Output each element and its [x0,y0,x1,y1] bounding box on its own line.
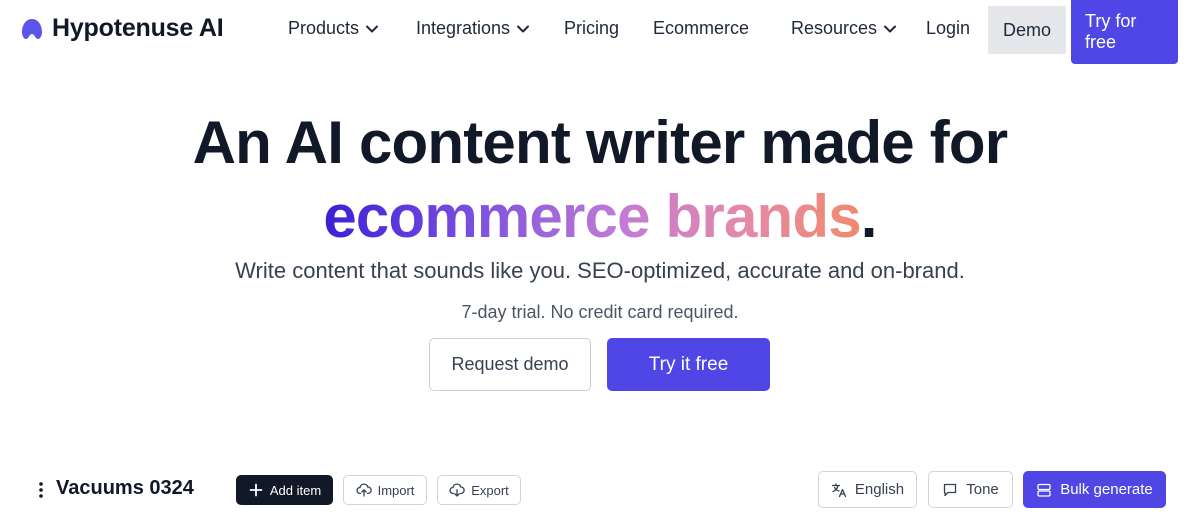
try-for-free-button[interactable]: Try for free [1071,0,1178,64]
hero-headline: An AI content writer made for [192,109,1008,176]
chevron-down-icon [884,25,897,32]
logo-link[interactable]: Hypotenuse AI [20,14,224,43]
kebab-menu-icon[interactable] [36,480,46,500]
nav-item-label: Pricing [564,18,620,38]
chevron-down-icon [366,25,379,32]
stack-icon [1037,483,1051,497]
tone-label: Tone [966,481,999,498]
request-demo-button[interactable]: Request demo [429,338,591,391]
nav-item-label: Resources [791,18,878,38]
hero-headline-highlight: ecommerce brands [323,183,861,250]
plus-icon [249,483,263,497]
export-label: Export [471,482,509,498]
nav-item-label: Integrations [416,18,511,38]
nav-item-label: Ecommerce [653,18,750,38]
app-toolbar: Vacuums 0324 Add item Import Export Engl… [0,468,1200,512]
hero-headline-period: . [860,183,878,250]
nav-item-pricing[interactable]: Pricing [564,18,619,39]
cloud-upload-icon [356,483,372,497]
language-label: English [854,481,905,498]
nav-item-integrations[interactable]: Integrations [416,18,530,39]
language-button[interactable]: English [818,471,917,508]
add-item-label: Add item [269,482,322,498]
logo-text: Hypotenuse AI [52,14,224,42]
top-navigation: Hypotenuse AI Products Integrations Pric… [0,0,1200,64]
hero-subheadline: Write content that sounds like you. SEO-… [235,258,965,283]
try-it-free-button[interactable]: Try it free [607,338,770,391]
add-item-button[interactable]: Add item [236,475,333,505]
hero-headline-highlight-line: ecommerce brands. [0,182,1200,251]
document-title: Vacuums 0324 [56,477,194,499]
tone-button[interactable]: Tone [928,471,1013,508]
cloud-download-icon [449,483,465,497]
bulk-generate-button[interactable]: Bulk generate [1023,471,1166,508]
bulk-generate-label: Bulk generate [1060,481,1153,498]
nav-item-products[interactable]: Products [288,18,379,39]
nav-item-login[interactable]: Login [926,18,970,39]
nav-item-label: Products [288,18,360,38]
import-label: Import [377,482,415,498]
chevron-down-icon [517,25,530,32]
nav-item-ecommerce[interactable]: Ecommerce [653,18,749,39]
translate-icon [831,482,847,497]
hero-trial-note: 7-day trial. No credit card required. [461,302,739,322]
chat-bubble-icon [944,483,957,496]
import-button[interactable]: Import [343,475,427,505]
nav-item-label: Login [926,18,971,38]
nav-item-resources[interactable]: Resources [791,18,897,39]
hypotenuse-logo-icon [22,18,42,39]
export-button[interactable]: Export [437,475,521,505]
demo-button[interactable]: Demo [988,6,1066,54]
